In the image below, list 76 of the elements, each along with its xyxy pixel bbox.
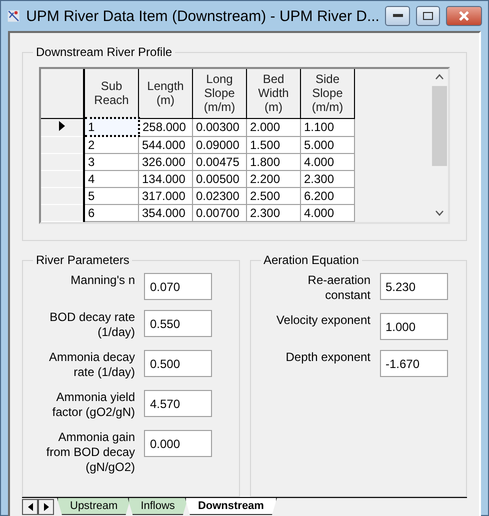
maximize-button[interactable] <box>416 6 440 26</box>
table-cell[interactable]: 2.300 <box>300 170 354 188</box>
close-button[interactable] <box>446 6 482 26</box>
table-cell[interactable]: 4 <box>84 170 138 188</box>
table-cell[interactable]: 2.200 <box>246 170 300 188</box>
table-cell[interactable]: 326.000 <box>138 154 192 170</box>
field-label: Manning's n <box>70 273 135 288</box>
table-cell[interactable]: 4.000 <box>300 204 354 222</box>
table-cell[interactable]: 0.02300 <box>192 188 246 204</box>
minimize-icon <box>392 14 403 18</box>
table-cell[interactable]: 1.100 <box>300 118 354 136</box>
field-label: Re-aeration constant <box>306 273 370 303</box>
value-field[interactable]: 5.230 <box>380 273 448 300</box>
maximize-icon <box>422 12 433 20</box>
table-cell[interactable]: 1.800 <box>246 154 300 170</box>
table-cell[interactable]: 6.200 <box>300 188 354 204</box>
value-field[interactable]: 1.000 <box>380 313 448 340</box>
app-icon <box>7 8 20 24</box>
field-label: Ammonia decay rate (1/day) <box>48 350 135 380</box>
row-header[interactable] <box>41 188 84 204</box>
value-field[interactable]: 0.000 <box>144 430 212 457</box>
minimize-button[interactable] <box>385 6 410 26</box>
field-label: BOD decay rate (1/day) <box>48 310 135 340</box>
table-cell[interactable]: 5 <box>84 188 138 204</box>
table-cell[interactable]: 2.000 <box>246 118 300 136</box>
table-cell[interactable]: 4.000 <box>300 154 354 170</box>
table-cell[interactable]: 0.00300 <box>192 118 246 136</box>
sheet-tab[interactable]: Upstream <box>57 498 131 515</box>
column-header: Sub Reach <box>84 69 138 118</box>
row-header[interactable] <box>41 204 84 222</box>
table-cell[interactable]: 1.500 <box>246 136 300 154</box>
table-cell[interactable]: 258.000 <box>138 118 192 136</box>
table-cell[interactable]: 2 <box>84 136 138 154</box>
left-arrow-icon <box>28 503 32 511</box>
table-cell[interactable]: 0.00700 <box>192 204 246 222</box>
sheet-tab[interactable]: Downstream <box>184 498 277 515</box>
table-cell[interactable]: 2.300 <box>246 204 300 222</box>
row-header[interactable] <box>41 154 84 170</box>
scroll-right-button[interactable] <box>38 499 54 515</box>
column-header: Length (m) <box>138 69 192 118</box>
close-icon <box>458 11 469 21</box>
table-cell[interactable]: 0.00475 <box>192 154 246 170</box>
table-cell[interactable]: 3 <box>84 154 138 170</box>
table-cell[interactable]: 544.000 <box>138 136 192 154</box>
table-cell[interactable]: 0.09000 <box>192 136 246 154</box>
field-label: Ammonia gain from BOD decay (gN/gO2) <box>45 430 135 475</box>
table-cell[interactable]: 1 <box>84 118 138 136</box>
sheet-tab[interactable]: Inflows <box>128 498 188 515</box>
value-field[interactable]: -1.670 <box>380 350 448 377</box>
column-header: Side Slope (m/m) <box>300 69 354 118</box>
value-field[interactable]: 4.570 <box>144 390 212 417</box>
window-title: UPM River Data Item (Downstream) - UPM River D... <box>26 8 380 24</box>
table-cell[interactable]: 0.00500 <box>192 170 246 188</box>
value-field[interactable]: 0.550 <box>144 310 212 337</box>
table-cell[interactable]: 5.000 <box>300 136 354 154</box>
table-cell[interactable]: 134.000 <box>138 170 192 188</box>
scroll-left-button[interactable] <box>22 499 38 515</box>
table-cell[interactable]: 354.000 <box>138 204 192 222</box>
table-cell[interactable]: 317.000 <box>138 188 192 204</box>
row-header[interactable] <box>41 170 84 188</box>
right-arrow-icon <box>44 503 48 511</box>
field-label: Depth exponent <box>284 350 370 365</box>
field-label: Ammonia yield factor (gO2/gN) <box>51 390 135 420</box>
value-field[interactable]: 0.070 <box>144 273 212 300</box>
row-header[interactable] <box>41 136 84 154</box>
group-title: Aeration Equation <box>262 253 360 267</box>
field-label: Velocity exponent <box>275 313 370 328</box>
group-title: Downstream River Profile <box>35 45 174 59</box>
row-header[interactable] <box>41 118 84 136</box>
table-cell[interactable]: 2.500 <box>246 188 300 204</box>
column-header: Long Slope (m/m) <box>192 69 246 118</box>
group-title: River Parameters <box>35 253 130 267</box>
row-pointer-icon <box>59 121 65 131</box>
column-header: Bed Width (m) <box>246 69 300 118</box>
value-field[interactable]: 0.500 <box>144 350 212 377</box>
table-cell[interactable]: 6 <box>84 204 138 222</box>
